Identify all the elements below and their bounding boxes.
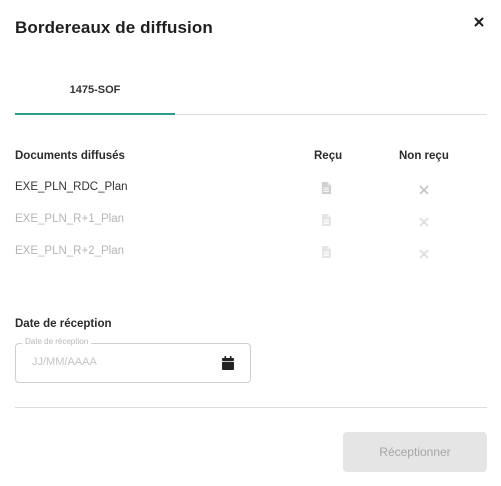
date-floating-label: Date de réception xyxy=(22,337,92,346)
column-header-documents: Documents diffusés xyxy=(15,150,125,162)
dialog-title: Bordereaux de diffusion xyxy=(15,18,213,37)
date-reception-field: Date de réception xyxy=(15,337,251,383)
tab-1475-sof[interactable]: 1475-SOF xyxy=(15,75,175,115)
file-icon[interactable] xyxy=(321,181,331,194)
diffusion-dialog: Bordereaux de diffusion 1475-SOF Documen… xyxy=(0,0,501,486)
file-icon xyxy=(321,213,331,226)
close-x-icon xyxy=(419,214,429,227)
date-reception-label: Date de réception xyxy=(15,318,112,330)
document-name: EXE_PLN_R+1_Plan xyxy=(15,213,125,225)
document-row: EXE_PLN_R+1_Plan xyxy=(0,212,501,232)
receptionner-button[interactable]: Réceptionner xyxy=(343,432,487,472)
tab-bar: 1475-SOF xyxy=(15,75,487,115)
file-icon xyxy=(321,245,331,258)
active-tab-indicator xyxy=(15,113,175,115)
column-header-non-recu: Non reçu xyxy=(399,150,449,162)
document-name: EXE_PLN_R+2_Plan xyxy=(15,245,125,257)
close-x-icon xyxy=(419,246,429,259)
document-row: EXE_PLN_RDC_Plan xyxy=(0,180,501,200)
close-x-icon[interactable] xyxy=(419,182,429,195)
document-name: EXE_PLN_RDC_Plan xyxy=(15,181,128,193)
document-row: EXE_PLN_R+2_Plan xyxy=(0,244,501,264)
column-header-recu: Reçu xyxy=(314,150,343,162)
calendar-icon[interactable] xyxy=(222,356,234,370)
date-input[interactable] xyxy=(32,356,212,368)
close-icon[interactable] xyxy=(471,14,487,30)
footer-divider xyxy=(15,407,487,408)
